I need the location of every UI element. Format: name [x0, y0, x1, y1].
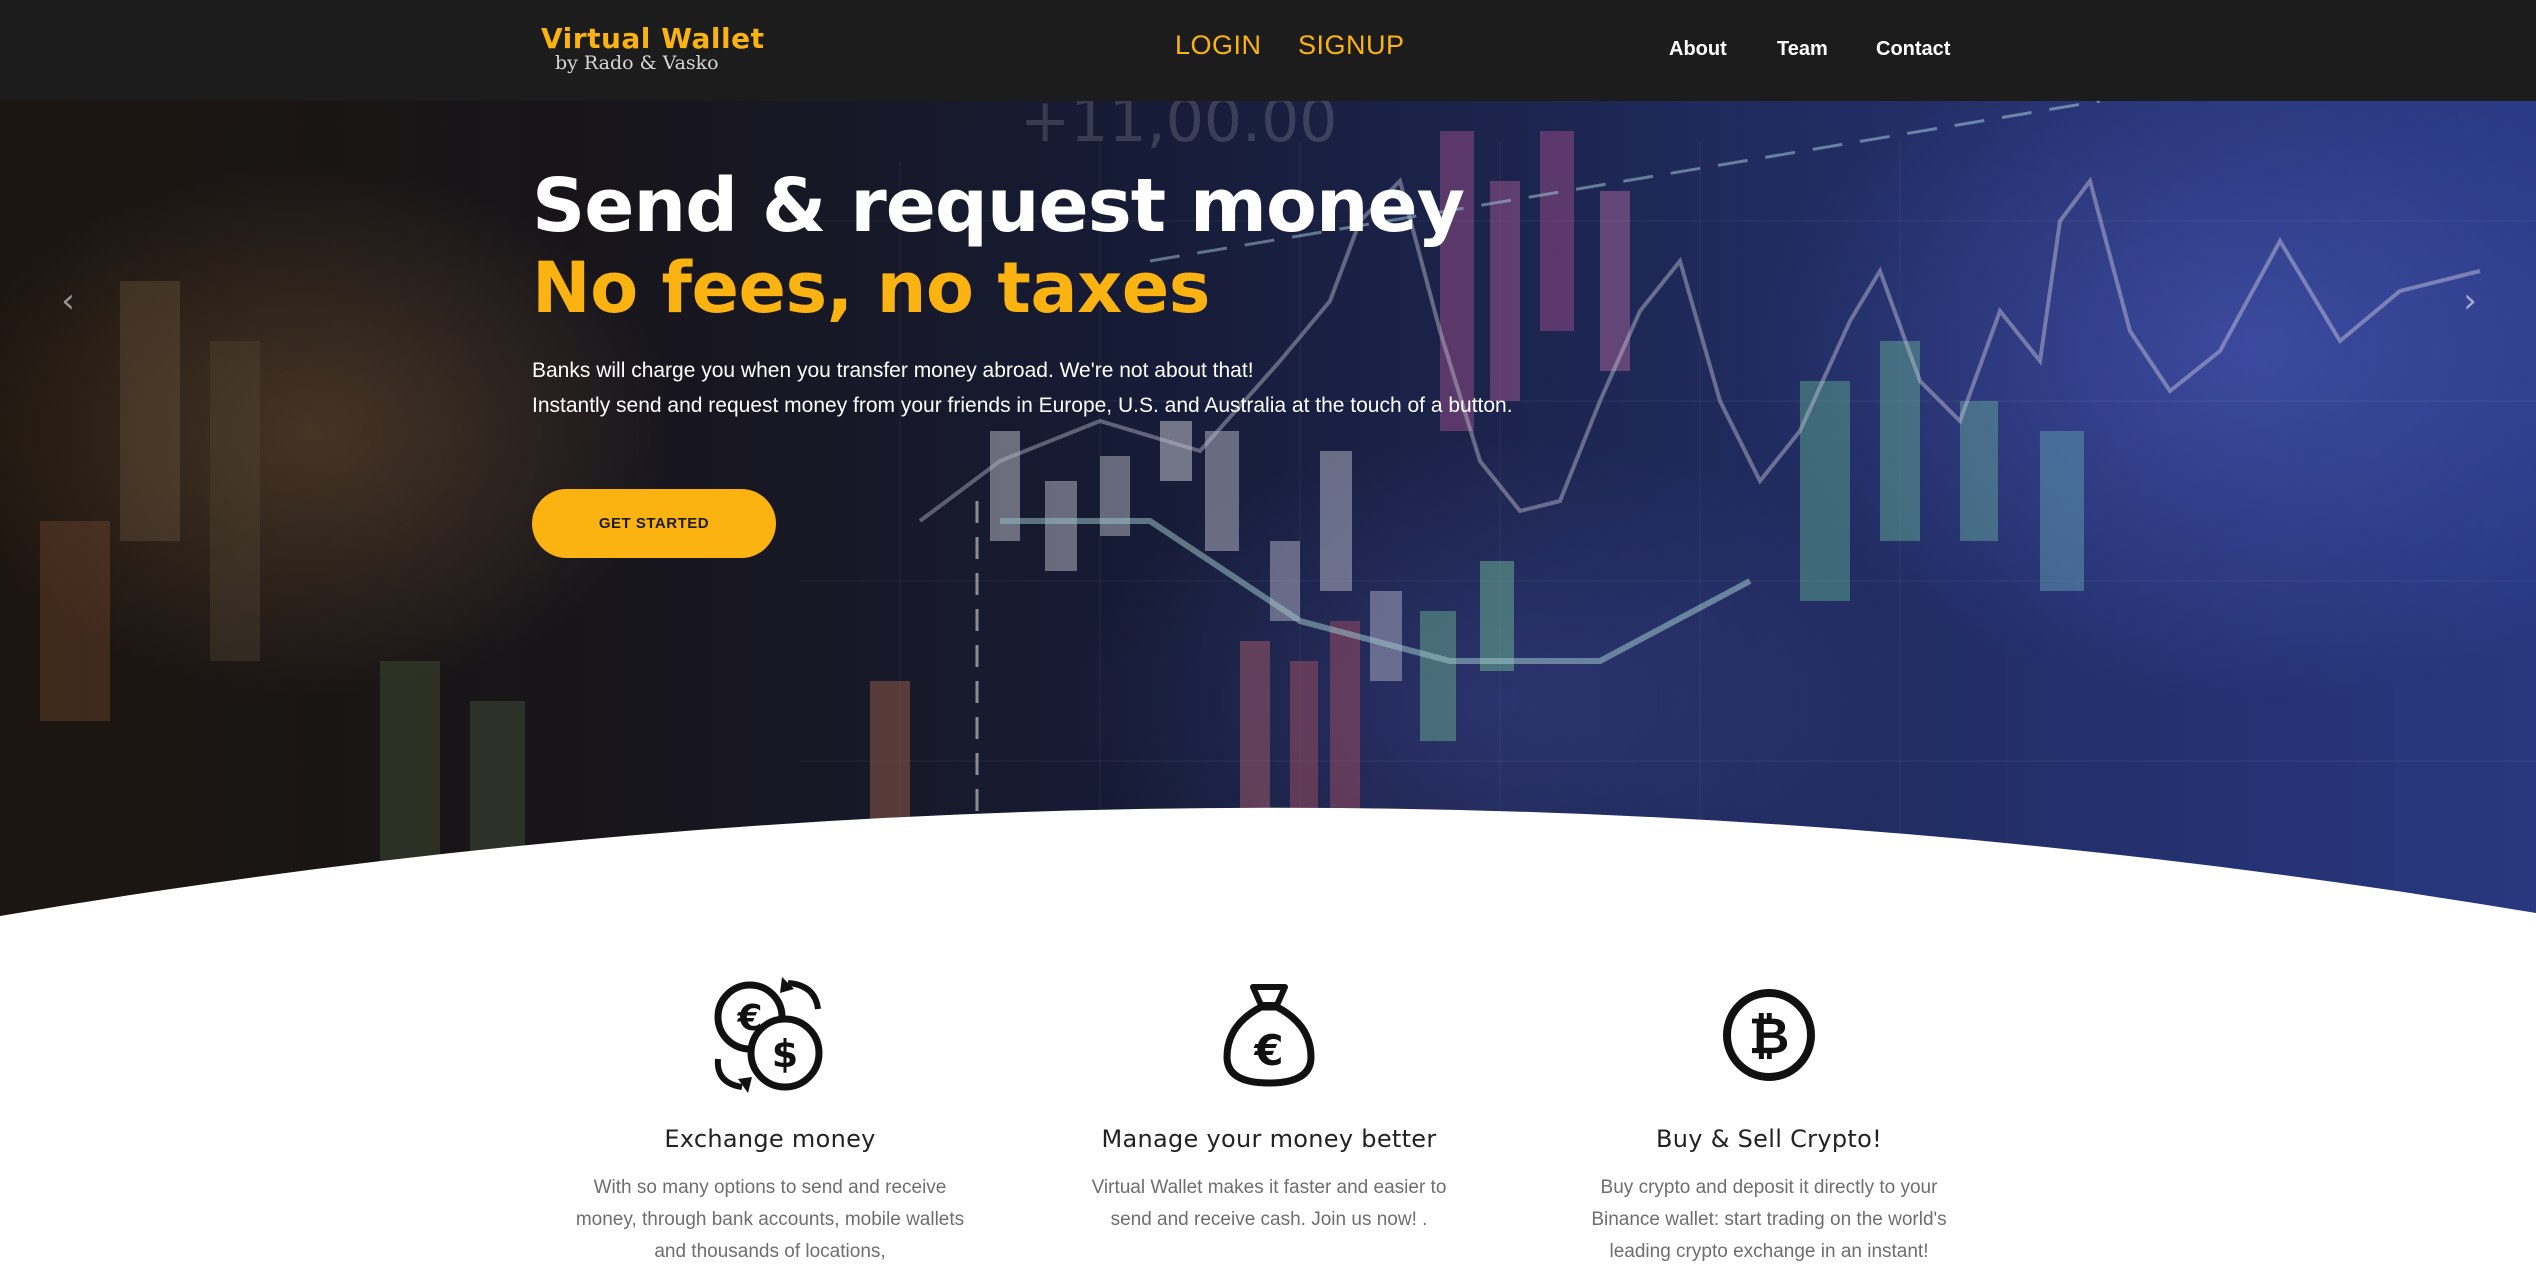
brand-title: Virtual Wallet: [541, 22, 765, 55]
carousel-next-arrow[interactable]: ›: [2455, 281, 2485, 321]
feature-description-line: With so many options to send and receive: [593, 1177, 947, 1198]
hero-description: Banks will charge you when you transfer …: [532, 353, 1513, 423]
feature-description-line: send and receive cash. Join us now! .: [1110, 1209, 1428, 1230]
nav-link-team[interactable]: Team: [1777, 38, 1828, 61]
feature-description-line: money, through bank accounts, mobile wal…: [575, 1209, 965, 1230]
hero-subtitle: No fees, no taxes: [532, 247, 1210, 329]
navbar: Virtual Wallet by Rado & Vasko LOGIN SIG…: [0, 0, 2536, 101]
hero-section: +11,00.00 ‹ › Send & request money No fe…: [0, 101, 2536, 921]
feature-description-line: and thousands of locations,: [654, 1241, 886, 1262]
login-link[interactable]: LOGIN: [1175, 30, 1262, 61]
hero-description-line-1: Banks will charge you when you transfer …: [532, 359, 1254, 382]
nav-link-about[interactable]: About: [1669, 38, 1727, 61]
feature-buy-sell-crypto: ₿ Buy & Sell Crypto! Buy crypto and depo…: [1559, 975, 1979, 1265]
signup-link[interactable]: SIGNUP: [1298, 30, 1405, 61]
feature-exchange-money: € $ Exchange money With so many options …: [560, 975, 980, 1265]
feature-description: Buy crypto and deposit it directly to yo…: [1569, 1172, 1969, 1268]
feature-description-line: Binance wallet: start trading on the wor…: [1591, 1209, 1947, 1230]
bitcoin-icon: ₿: [1723, 989, 1815, 1081]
feature-description-line: Buy crypto and deposit it directly to yo…: [1600, 1177, 1938, 1198]
svg-text:$: $: [772, 1032, 798, 1076]
feature-title: Exchange money: [664, 1125, 876, 1153]
svg-text:€: €: [1253, 1026, 1283, 1075]
feature-description-line: Virtual Wallet makes it faster and easie…: [1091, 1177, 1447, 1198]
feature-description: With so many options to send and receive…: [570, 1172, 970, 1268]
money-bag-icon: €: [1223, 984, 1315, 1087]
feature-title: Buy & Sell Crypto!: [1656, 1125, 1882, 1153]
hero-title: Send & request money: [532, 163, 1465, 249]
carousel-prev-arrow[interactable]: ‹: [53, 281, 83, 321]
feature-title: Manage your money better: [1101, 1125, 1437, 1153]
feature-description: Virtual Wallet makes it faster and easie…: [1069, 1172, 1469, 1236]
brand-logo[interactable]: Virtual Wallet by Rado & Vasko: [541, 22, 764, 78]
hero-description-line-2: Instantly send and request money from yo…: [532, 394, 1513, 417]
currency-exchange-icon: € $: [714, 977, 823, 1093]
feature-description-line: leading crypto exchange in an instant!: [1609, 1241, 1929, 1262]
svg-text:₿: ₿: [1749, 1007, 1790, 1065]
brand-subtitle: by Rado & Vasko: [555, 52, 719, 74]
feature-manage-money: € Manage your money better Virtual Walle…: [1059, 975, 1479, 1265]
nav-link-contact[interactable]: Contact: [1876, 38, 1950, 61]
get-started-button[interactable]: GET STARTED: [532, 489, 776, 558]
